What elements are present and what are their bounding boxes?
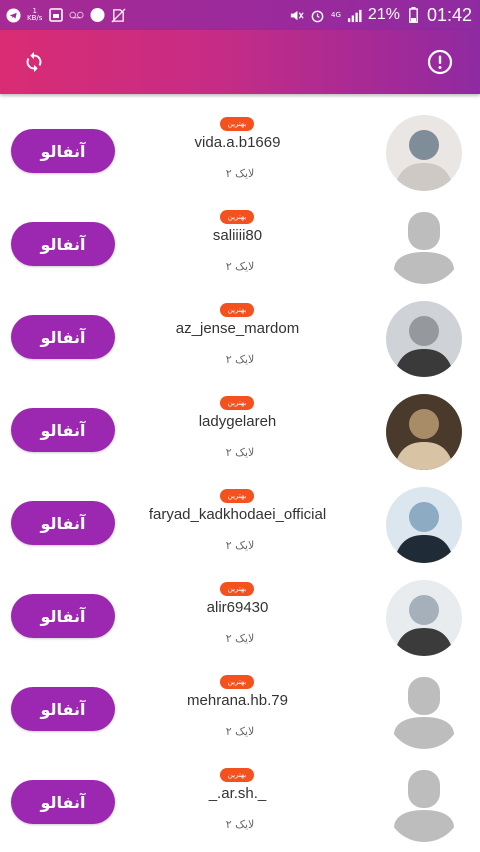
clock: 01:42 [426, 4, 472, 25]
app-toolbar [0, 30, 480, 94]
battery-percent: 21% [367, 6, 400, 23]
avatar[interactable] [386, 487, 462, 563]
status-bar: 1 KB/s 4G 21% 01:42 [0, 0, 480, 30]
username[interactable]: az_jense_mardom [130, 320, 345, 337]
avatar[interactable] [386, 673, 462, 749]
unfollow-button[interactable]: آنفالو [11, 501, 115, 545]
user-row: آنفالو بهترین faryad_kadkhodaei_official ۲ … [0, 469, 480, 563]
user-row: آنفالو بهترین az_jense_mardom ۲ لایک [0, 283, 480, 377]
unfollow-button[interactable]: آنفالو [11, 129, 115, 173]
unfollow-button[interactable]: آنفالو [11, 780, 115, 824]
best-badge: بهترین [220, 303, 254, 317]
avatar[interactable] [386, 301, 462, 377]
username[interactable]: mehrana.hb.79 [130, 692, 345, 709]
user-row: آنفالو بهترین alir69430 ۲ لایک [0, 562, 480, 656]
refresh-icon [26, 51, 42, 73]
notification-count-icon [90, 7, 105, 23]
users-list: آنفالو بهترین vida.a.b1669 ۲ لایک آنفالو بهتر… [0, 97, 480, 842]
unfollow-button[interactable]: آنفالو [11, 222, 115, 266]
network-type: 4G [331, 10, 341, 19]
no-sim-icon [111, 7, 126, 23]
username[interactable]: faryad_kadkhodaei_official [130, 506, 345, 523]
user-row: آنفالو بهترین _.ar.sh._ ۲ لایک [0, 748, 480, 842]
avatar[interactable] [386, 208, 462, 284]
avatar[interactable] [386, 115, 462, 191]
likes-count: ۲ لایک [225, 725, 255, 738]
alarm-icon [310, 8, 325, 23]
telegram-icon [6, 7, 21, 23]
username[interactable]: _.ar.sh._ [130, 785, 345, 802]
network-speed-unit: KB/s [27, 14, 43, 22]
best-badge: بهترین [220, 117, 254, 131]
gallery-icon [48, 8, 63, 23]
unfollow-button[interactable]: آنفالو [11, 315, 115, 359]
likes-count: ۲ لایک [225, 260, 255, 273]
user-row: آنفالو بهترین vida.a.b1669 ۲ لایک [0, 97, 480, 191]
info-icon [427, 49, 453, 75]
likes-count: ۲ لایک [225, 446, 255, 459]
status-left-icons: 1 KB/s [6, 8, 126, 23]
voicemail-icon [69, 8, 85, 23]
mute-icon [289, 8, 304, 23]
best-badge: بهترین [220, 582, 254, 596]
best-badge: بهترین [220, 768, 254, 782]
best-badge: بهترین [220, 210, 254, 224]
user-row: آنفالو بهترین mehrana.hb.79 ۲ لایک [0, 655, 480, 749]
user-row: آنفالو بهترین ladygelareh ۲ لایک [0, 376, 480, 470]
username[interactable]: alir69430 [130, 599, 345, 616]
battery-icon [406, 7, 421, 23]
unfollow-button[interactable]: آنفالو [11, 687, 115, 731]
network-speed: 1 KB/s [27, 8, 42, 22]
username[interactable]: saliiii80 [130, 227, 345, 244]
best-badge: بهترین [220, 396, 254, 410]
best-badge: بهترین [220, 675, 254, 689]
likes-count: ۲ لایک [225, 167, 255, 180]
likes-count: ۲ لایک [225, 632, 255, 645]
refresh-button[interactable] [17, 45, 51, 79]
unfollow-button[interactable]: آنفالو [11, 408, 115, 452]
status-right-icons: 4G 21% 01:42 [289, 5, 472, 26]
likes-count: ۲ لایک [225, 818, 255, 831]
user-row: آنفالو بهترین saliiii80 ۲ لایک [0, 190, 480, 284]
signal-icon [347, 8, 362, 23]
best-badge: بهترین [220, 489, 254, 503]
avatar[interactable] [386, 766, 462, 842]
unfollow-button[interactable]: آنفالو [11, 594, 115, 638]
username[interactable]: ladygelareh [130, 413, 345, 430]
avatar[interactable] [386, 394, 462, 470]
likes-count: ۲ لایک [225, 353, 255, 366]
info-button[interactable] [423, 45, 457, 79]
username[interactable]: vida.a.b1669 [130, 134, 345, 151]
likes-count: ۲ لایک [225, 539, 255, 552]
avatar[interactable] [386, 580, 462, 656]
